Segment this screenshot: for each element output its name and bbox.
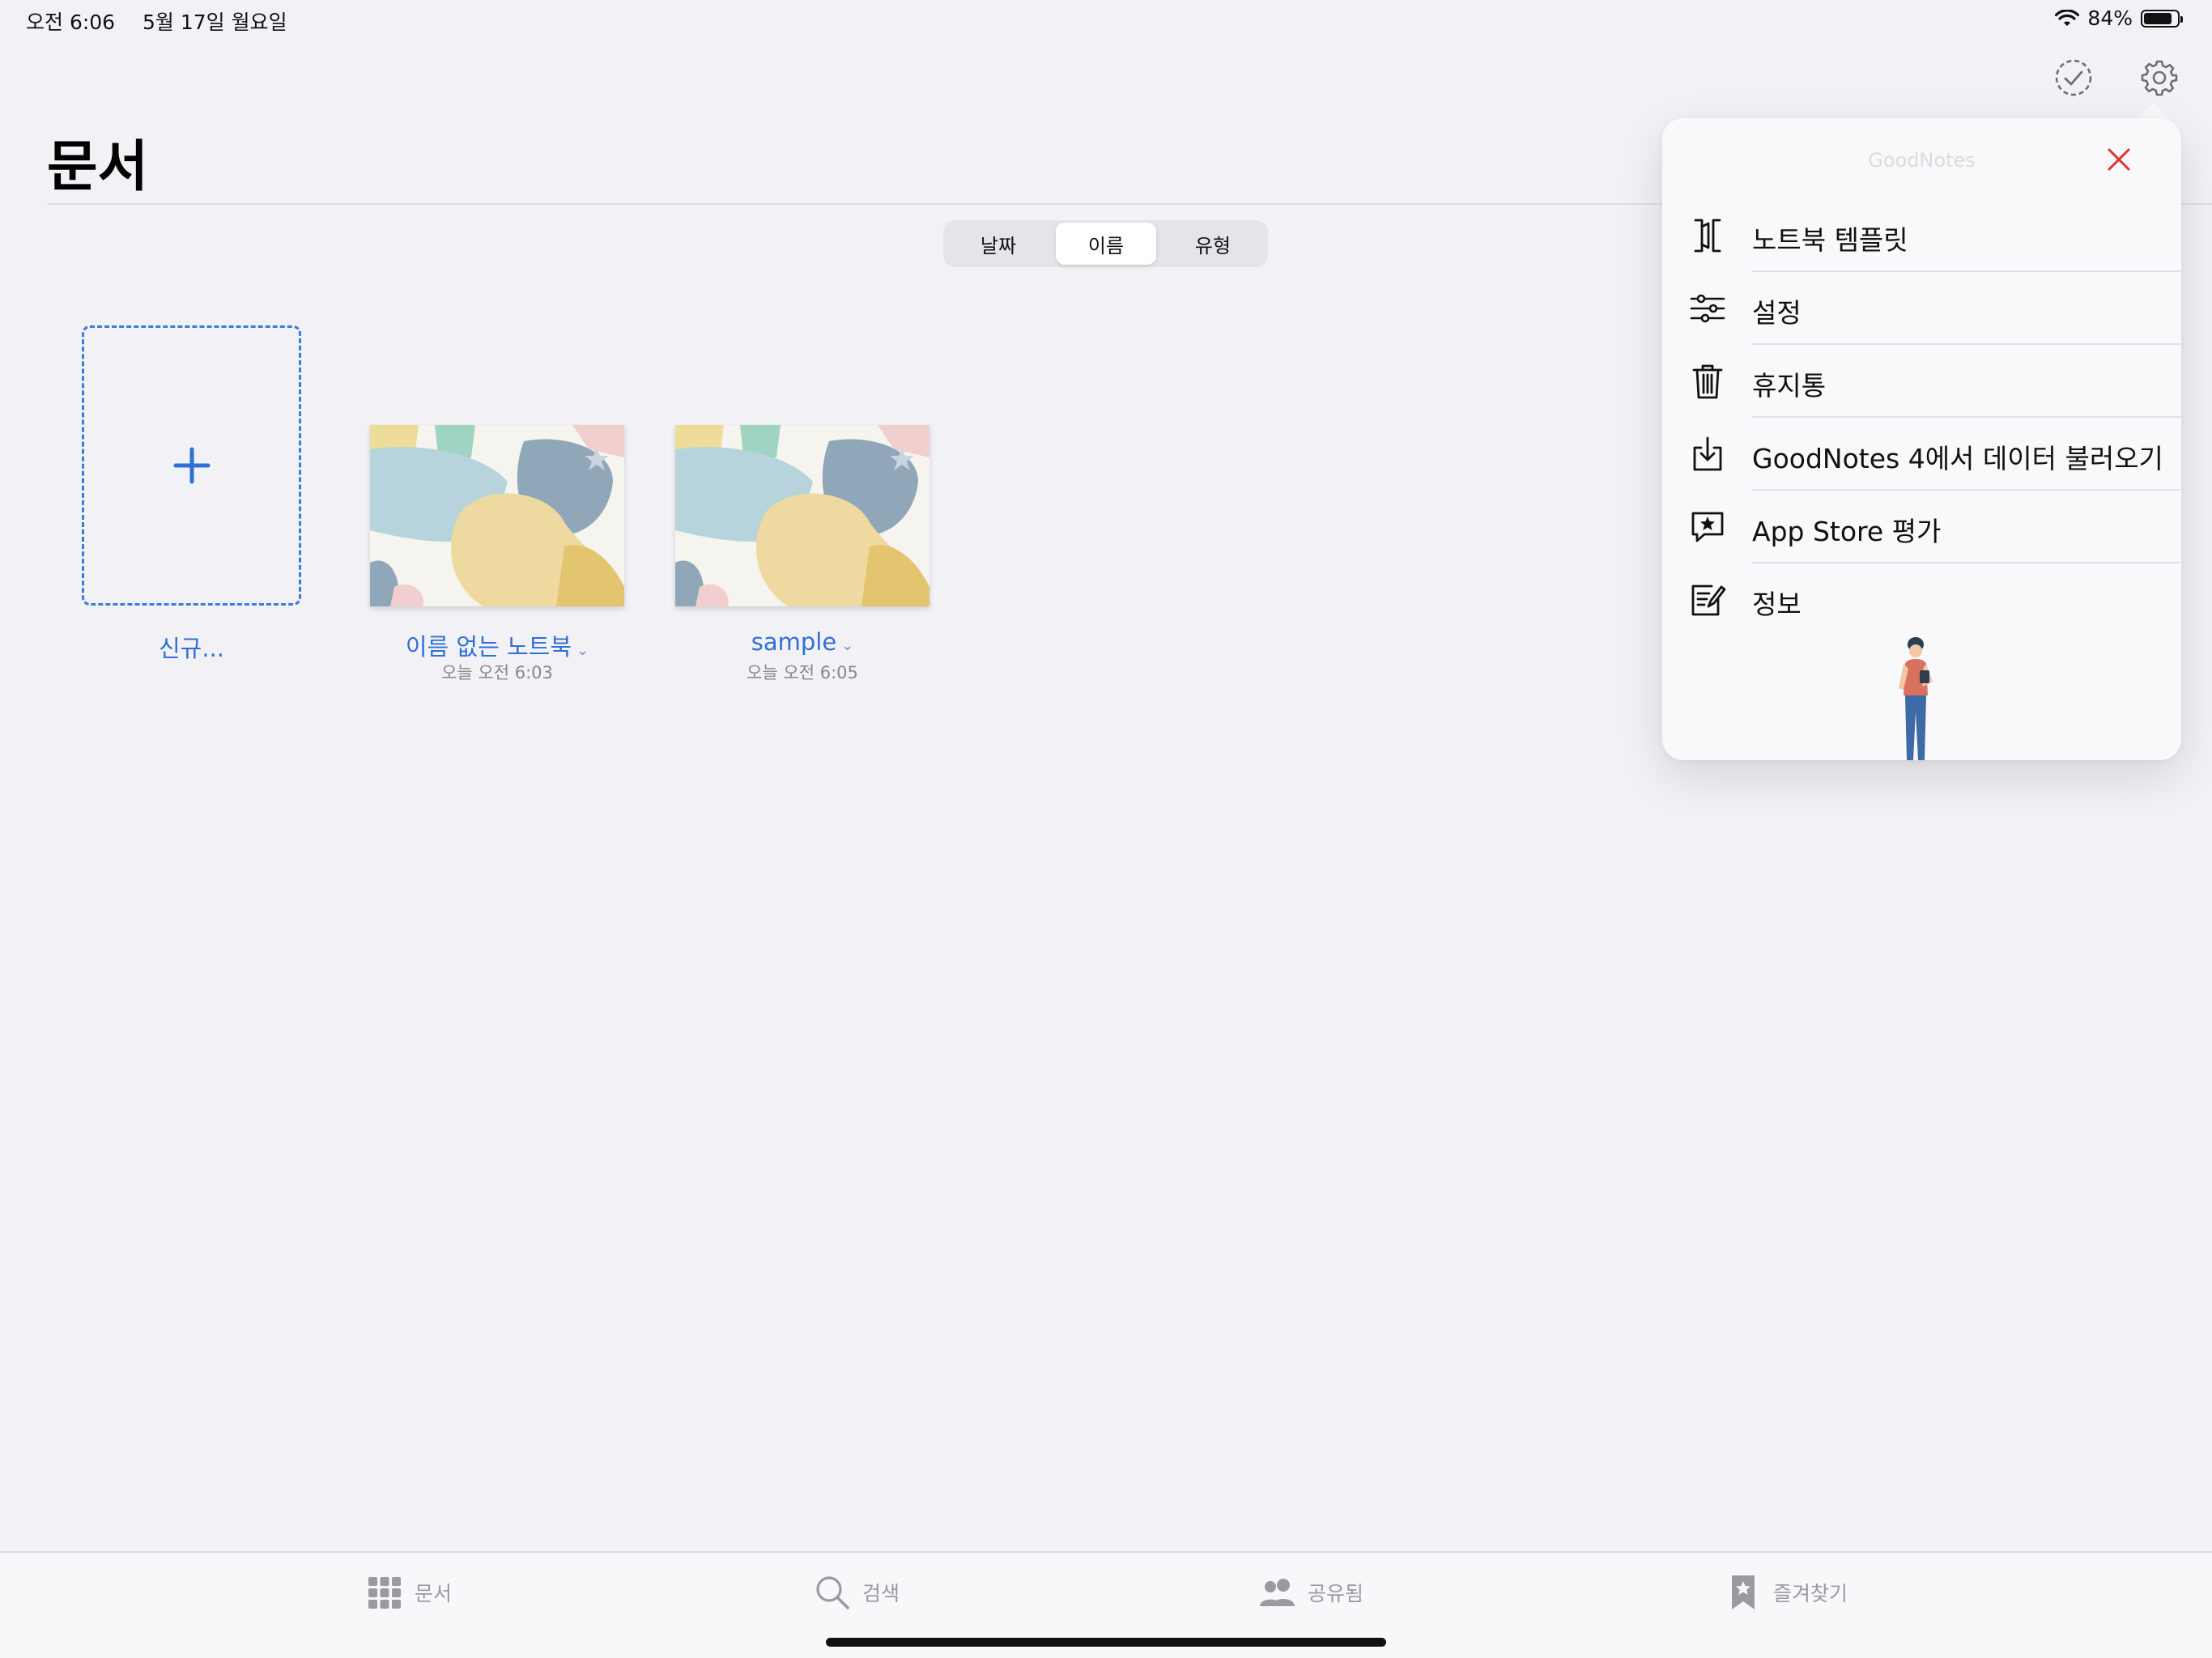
- menu-item-label: 휴지통: [1752, 370, 1827, 402]
- tab-documents[interactable]: 문서: [366, 1574, 452, 1611]
- wifi-icon: [2055, 9, 2080, 26]
- plus-icon: [173, 447, 211, 484]
- page-title: 문서: [47, 135, 149, 199]
- sliders-icon: [1690, 294, 1725, 323]
- menu-item-label: App Store 평가: [1752, 516, 1942, 547]
- menu-item-label: 설정: [1752, 297, 1802, 329]
- popover-title: GoodNotes: [1868, 149, 1976, 172]
- battery-level: [2144, 12, 2172, 24]
- sort-option-date[interactable]: 날짜: [946, 223, 1051, 265]
- select-check-icon[interactable]: [2052, 57, 2095, 99]
- menu-item-notebook-templates[interactable]: 노트북 템플릿: [1662, 199, 2181, 272]
- template-icon: [1694, 219, 1721, 253]
- tab-label: 공유됨: [1308, 1582, 1364, 1605]
- search-icon: [816, 1576, 849, 1609]
- people-icon: [1260, 1579, 1295, 1606]
- bookmark-star-icon: [1732, 1575, 1755, 1609]
- notebook-date: 오늘 오전 6:03: [441, 663, 553, 682]
- notebook-date: 오늘 오전 6:05: [747, 663, 858, 682]
- settings-popover: GoodNotes 노트북 템플릿 설정 휴지통 GoodNotes 4에서 데…: [1662, 118, 2181, 760]
- tab-label: 검색: [862, 1582, 900, 1605]
- tab-label: 즐겨찾기: [1773, 1582, 1848, 1605]
- pastel-cover-art: [675, 425, 929, 606]
- notebook-cover[interactable]: [370, 425, 624, 606]
- notebook-title[interactable]: sample ⌄: [675, 628, 929, 656]
- tab-search[interactable]: 검색: [814, 1574, 900, 1611]
- rate-star-bubble-icon: [1691, 512, 1724, 542]
- menu-item-label: GoodNotes 4에서 데이터 불러오기: [1752, 443, 2163, 474]
- tab-bar: 문서 검색 공유됨 즐겨찾기: [0, 1551, 2212, 1658]
- pastel-cover-art: [370, 425, 624, 606]
- trash-icon: [1692, 364, 1723, 399]
- notebook-title[interactable]: 이름 없는 노트북 ⌄: [370, 628, 624, 662]
- menu-item-label: 노트북 템플릿: [1752, 224, 1908, 256]
- notebook-title-text: 이름 없는 노트북: [405, 633, 572, 661]
- chevron-down-icon[interactable]: ⌄: [576, 642, 589, 659]
- battery-percent: 84%: [2087, 6, 2133, 30]
- home-indicator[interactable]: [826, 1638, 1386, 1647]
- popover-arrow: [2135, 104, 2171, 120]
- status-time-date: 오전 6:06 5월 17일 월요일: [26, 6, 287, 36]
- tab-label: 문서: [415, 1582, 453, 1605]
- close-icon[interactable]: [2105, 146, 2133, 173]
- tab-favorites[interactable]: 즐겨찾기: [1725, 1574, 1848, 1611]
- menu-item-import-goodnotes4[interactable]: GoodNotes 4에서 데이터 불러오기: [1662, 418, 2181, 491]
- menu-item-settings[interactable]: 설정: [1662, 272, 2181, 345]
- tab-shared[interactable]: 공유됨: [1259, 1574, 1363, 1611]
- info-note-icon: [1691, 585, 1726, 616]
- notebook-title-text: sample: [751, 628, 837, 656]
- menu-item-about[interactable]: 정보: [1662, 563, 2181, 636]
- menu-item-rate-app-store[interactable]: App Store 평가: [1662, 491, 2181, 563]
- sort-option-name[interactable]: 이름: [1056, 223, 1156, 265]
- status-date: 5월 17일 월요일: [143, 11, 287, 34]
- new-document-label[interactable]: 신규...: [82, 630, 301, 664]
- status-indicators: 84%: [2055, 6, 2183, 30]
- import-icon: [1693, 436, 1722, 471]
- new-document-button[interactable]: [82, 325, 301, 606]
- status-time: 오전 6:06: [26, 11, 116, 34]
- gear-icon[interactable]: [2138, 57, 2180, 99]
- person-illustration: [1899, 637, 1933, 760]
- sort-option-type[interactable]: 유형: [1160, 223, 1266, 265]
- battery-icon: [2141, 9, 2183, 28]
- menu-item-trash[interactable]: 휴지통: [1662, 345, 2181, 418]
- menu-item-label: 정보: [1752, 589, 1802, 620]
- notebook-cover[interactable]: [675, 425, 929, 606]
- grid-icon: [368, 1577, 401, 1609]
- sort-segmented-control[interactable]: 날짜 이름 유형: [943, 220, 1268, 267]
- status-bar: 오전 6:06 5월 17일 월요일 84%: [0, 0, 2212, 39]
- chevron-down-icon[interactable]: ⌄: [841, 637, 853, 654]
